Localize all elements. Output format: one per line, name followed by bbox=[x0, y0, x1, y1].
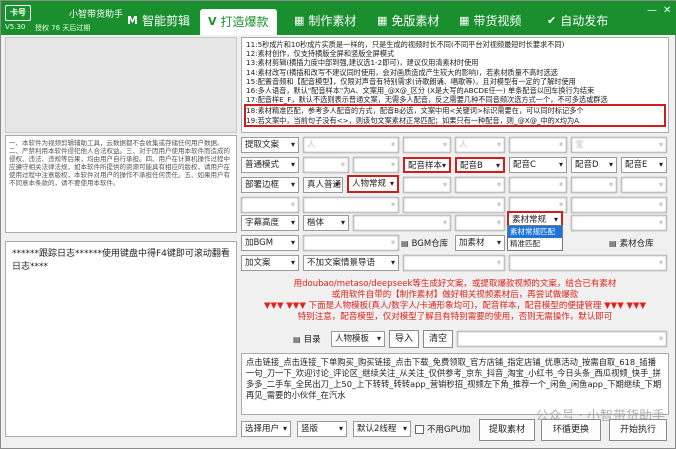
rule-line: 15:配置音频和【配音模型】，仅限对声音有特别需求(诗歌朗诵、唱歌等)，且对模型… bbox=[246, 76, 576, 86]
app-title: 小智带货助手 bbox=[69, 10, 124, 20]
folder-icon: ▤ bbox=[401, 238, 409, 248]
field-v[interactable] bbox=[509, 255, 667, 271]
import-button[interactable]: 导入 bbox=[389, 330, 419, 348]
field-q[interactable] bbox=[571, 197, 667, 213]
folder-icon: ▤ bbox=[293, 334, 301, 344]
grid-icon: ▦ bbox=[459, 14, 470, 27]
material-match-dropdown: 素材常规匹配 精准匹配 bbox=[507, 225, 563, 251]
voice-d-select[interactable]: 配音D bbox=[571, 157, 617, 173]
font-select[interactable]: 楷体 bbox=[303, 215, 349, 231]
character-select[interactable]: 人物常规 bbox=[347, 175, 399, 193]
bgm-warehouse[interactable]: ▤ BGM仓库 bbox=[401, 237, 448, 250]
user-select[interactable]: 选择用户 bbox=[241, 421, 291, 437]
field-i[interactable] bbox=[455, 177, 505, 193]
field-s[interactable] bbox=[455, 215, 505, 231]
voice-b-select[interactable]: 配音B bbox=[455, 157, 505, 173]
voice-sample-select[interactable]: 配音样本 bbox=[403, 157, 451, 173]
m-icon: M bbox=[127, 14, 138, 27]
v-icon: V bbox=[208, 15, 217, 28]
preview-area bbox=[5, 37, 237, 133]
template-path[interactable] bbox=[457, 331, 667, 347]
rule-line: 13:素材剪辑(横插力度中部到强,建议选1-2即可)，建议仅用清素材时使用 bbox=[246, 58, 479, 68]
tab-sales-video[interactable]: ▦ 带货视频 bbox=[459, 11, 521, 31]
tab-make-material[interactable]: ▦ 制作素材 bbox=[294, 11, 356, 31]
extract-text-select[interactable]: 提取文案 bbox=[241, 137, 299, 153]
checkbox-icon bbox=[415, 424, 424, 434]
clear-button[interactable]: 清空 bbox=[423, 330, 453, 348]
tab-auto-publish[interactable]: ✔ 自动发布 bbox=[547, 11, 608, 31]
instruction-line-1: 用doubao/metaso/deepseek等生成好文案，或提取爆款视频的文案… bbox=[293, 279, 617, 289]
dropdown-option-normal[interactable]: 素材常规匹配 bbox=[508, 226, 562, 238]
rule-line: 19:若文案中，当前句子没有<>，则该句文案素材正常匹配；如果只有一种配音，则_… bbox=[246, 115, 580, 125]
field-m[interactable] bbox=[241, 197, 299, 213]
rule-line: 14:素材改写(横插和改写不建议同时使用，会对画质造成产生较大的影响)，若素材质… bbox=[246, 67, 558, 77]
field-o[interactable] bbox=[403, 197, 505, 213]
gpu-checkbox[interactable]: 不用GPU加 bbox=[415, 423, 470, 435]
instruction-line-3: ▼▼▼ ▼▼▼ 下面是人物模板(真人/数字人/卡通形象均可)，配音样本，配音模型… bbox=[263, 301, 647, 311]
text-guide-select[interactable]: 不加文案情景导语 bbox=[303, 255, 399, 271]
field-j[interactable] bbox=[509, 177, 567, 193]
field-g[interactable] bbox=[353, 157, 399, 173]
start-button[interactable]: 开始执行 bbox=[609, 419, 667, 441]
template-select[interactable]: 人物模板 bbox=[331, 331, 385, 347]
field-b[interactable] bbox=[403, 137, 451, 153]
add-material-select[interactable]: 加素材 bbox=[455, 235, 505, 251]
dropdown-option-precise[interactable]: 精准匹配 bbox=[508, 238, 562, 250]
instruction-line-4: 特别注意，配音模型，仅对模型了解且有特别需要的使用，否则无需操作，默认即可 bbox=[297, 312, 613, 322]
voice-c-select[interactable]: 配音C bbox=[509, 157, 567, 173]
tab-free-material[interactable]: ▦ 免版素材 bbox=[377, 11, 439, 31]
border-select[interactable]: 部署边框 bbox=[241, 177, 299, 193]
field-c[interactable]: 人 bbox=[455, 137, 505, 153]
instruction-line-2: 或用软件自带的【制作素材】做好相关视频素材后，再尝试做爆款 bbox=[331, 290, 579, 300]
field-l[interactable] bbox=[621, 177, 667, 193]
voice-e-select[interactable]: 配音E bbox=[621, 157, 667, 173]
app-version: V5.30 bbox=[5, 23, 26, 31]
close-icon[interactable]: ✕ bbox=[663, 5, 671, 16]
loop-replace-button[interactable]: 环循更换 bbox=[541, 419, 601, 441]
field-r[interactable] bbox=[353, 215, 451, 231]
thread-select[interactable]: 默认2线程 bbox=[353, 421, 411, 437]
rule-line: 12:素材创作，仅支持横版全屏和竖版全屏模式 bbox=[246, 49, 395, 59]
add-text-select[interactable]: 加文案 bbox=[241, 255, 299, 271]
field-f[interactable] bbox=[303, 157, 349, 173]
field-u[interactable] bbox=[403, 255, 505, 271]
voice-mode-select[interactable]: 普通模式 bbox=[241, 157, 299, 173]
tab-smart-edit[interactable]: M 智能剪辑 bbox=[127, 11, 190, 31]
extract-material-button[interactable]: 提取素材 bbox=[479, 419, 535, 441]
orientation-select[interactable]: 竖版 bbox=[297, 421, 347, 437]
top-bar: 卡号 小智带货助手 V5.30 授权 76 天后过期 M 智能剪辑 V 打造爆款 ▦… bbox=[1, 1, 676, 35]
check-icon: ✔ bbox=[547, 14, 557, 27]
minimize-icon[interactable]: — bbox=[647, 5, 657, 16]
folder-icon: ▤ bbox=[609, 238, 617, 248]
trial-status: 授权 76 天后过期 bbox=[35, 24, 91, 32]
field-a[interactable]: 人 bbox=[303, 137, 399, 153]
field-e[interactable]: 宝 bbox=[571, 137, 667, 153]
field-n[interactable] bbox=[303, 197, 399, 213]
rule-line: 11:5秒成片和10秒成片实质是一样的，只是生成的视频时长不同(不同平台对视频最… bbox=[246, 40, 565, 49]
field-d[interactable] bbox=[509, 137, 567, 153]
rules-panel: 11:5秒成片和10秒成片实质是一样的，只是生成的视频时长不同(不同平台对视频最… bbox=[241, 37, 669, 133]
app-logo: 卡号 bbox=[5, 5, 31, 21]
bgm-path[interactable] bbox=[303, 235, 399, 251]
rule-line: 16:多人语音，默认"配音样本"为A、文案用_@X@_区分 (X是大写的ABCD… bbox=[246, 86, 595, 96]
add-bgm-select[interactable]: 加BGM bbox=[241, 235, 299, 251]
subtitle-height-select[interactable]: 字幕高度 bbox=[241, 215, 299, 231]
app-window: 卡号 小智带货助手 V5.30 授权 76 天后过期 M 智能剪辑 V 打造爆款 ▦… bbox=[0, 0, 676, 449]
tab-hit-creation[interactable]: V 打造爆款 bbox=[200, 9, 277, 35]
field-k[interactable] bbox=[571, 177, 617, 193]
rule-line: 17:配音样E_F，默认不选则表示普通文案，无需多人配音，反之需要几种不同音频次… bbox=[246, 95, 608, 105]
catalog-label[interactable]: ▤ 目录 bbox=[293, 333, 321, 346]
field-h[interactable] bbox=[403, 177, 451, 193]
rule-line: 18:素材精准匹配，参考多人配音的方式，配音B必选，文案中用<关键词>标识需要在… bbox=[246, 106, 584, 116]
field-t[interactable] bbox=[571, 215, 667, 231]
highlighted-rules: 18:素材精准匹配，参考多人配音的方式，配音B必选，文案中用<关键词>标识需要在… bbox=[244, 104, 666, 127]
material-warehouse[interactable]: ▤ 素材仓库 bbox=[609, 237, 654, 250]
trace-log: ******跟踪日志******使用键盘中得F4键即可滚动翻看日志**** bbox=[5, 241, 237, 437]
grid-icon: ▦ bbox=[377, 14, 388, 27]
disclaimer-text: 一、本软件为视频剪辑辅助工具，云数据都不会收集或存储任何用户数据。二、严禁利用本… bbox=[5, 135, 237, 233]
real-voice-select[interactable]: 真人普通 bbox=[303, 177, 343, 193]
grid-icon: ▦ bbox=[294, 14, 305, 27]
